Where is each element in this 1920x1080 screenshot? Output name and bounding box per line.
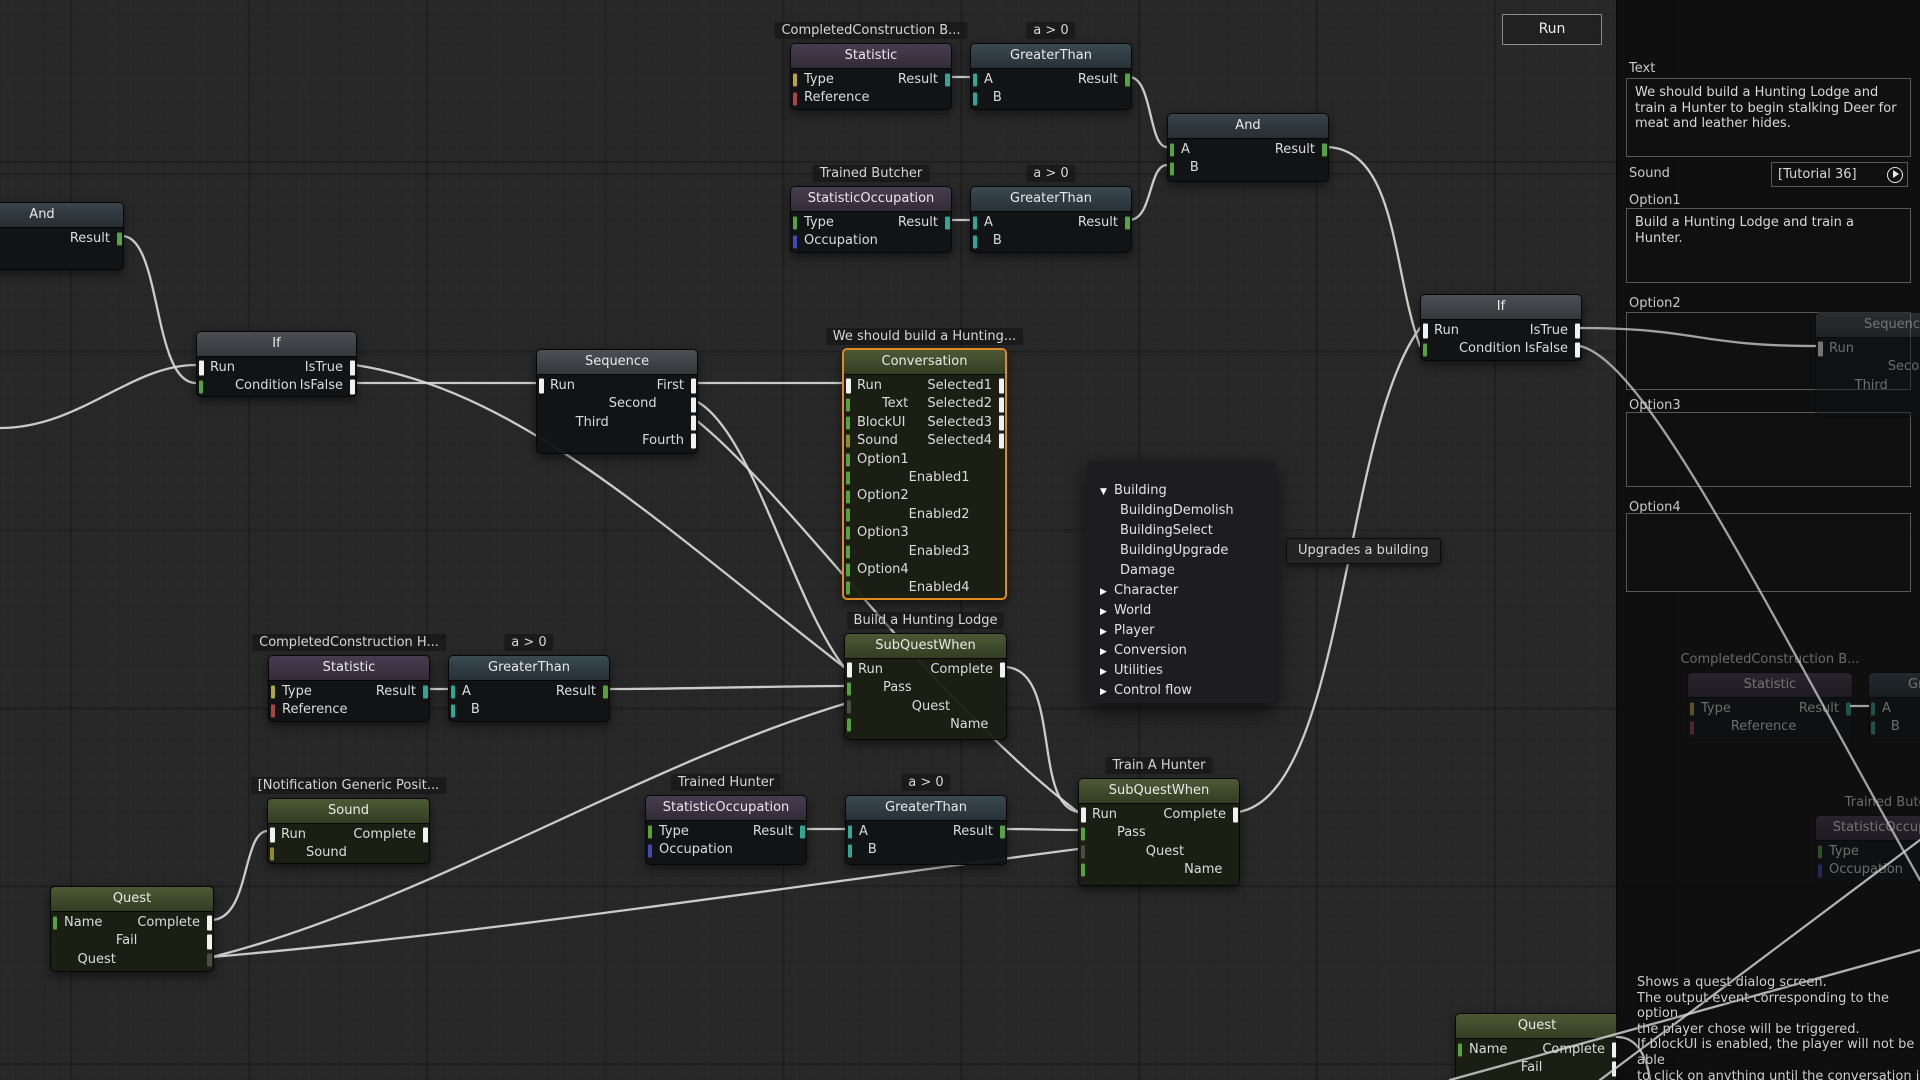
node-statistic-completed-b-right[interactable]: CompletedConstruction B...StatisticTypeR… bbox=[1687, 672, 1853, 740]
node-header-statisticoccupation-right: StatisticOccupation bbox=[1816, 816, 1920, 841]
context-menu: ▼Building BuildingDemolish BuildingSelect B… bbox=[1087, 461, 1276, 703]
input-label: Occupation bbox=[1829, 861, 1903, 879]
input-label: Run bbox=[1829, 340, 1854, 358]
menu-item-damage[interactable]: Damage bbox=[1087, 561, 1276, 581]
greaterthan-right-input-pin-a[interactable] bbox=[1871, 703, 1876, 716]
menu-item-label: Damage bbox=[1120, 563, 1175, 578]
node-statisticoccupation-right[interactable]: Trained ButcherStatisticOccupationTypeRe… bbox=[1815, 815, 1920, 883]
port-row: Type Result bbox=[1688, 700, 1852, 718]
menu-item-utilities[interactable]: ▶Utilities bbox=[1087, 661, 1276, 681]
node-body-statisticoccupation-right: TypeResultOccupation bbox=[1816, 841, 1920, 882]
tooltip-upgrades-a-building: Upgrades a building bbox=[1286, 538, 1441, 564]
menu-item-player[interactable]: ▶Player bbox=[1087, 621, 1276, 641]
menu-item-buildingdemolish[interactable]: BuildingDemolish bbox=[1087, 501, 1276, 521]
statistic-completed-b-right-input-pin-reference[interactable] bbox=[1690, 721, 1695, 734]
node-header-sequence-right: Sequence bbox=[1816, 313, 1920, 338]
chevron-collapsed-icon: ▶ bbox=[1100, 662, 1114, 682]
statisticoccupation-right-input-pin-occupation[interactable] bbox=[1818, 864, 1823, 877]
menu-item-building[interactable]: ▼Building bbox=[1087, 481, 1276, 501]
menu-item-conversion[interactable]: ▶Conversion bbox=[1087, 641, 1276, 661]
port-row: AResult bbox=[1869, 700, 1920, 718]
chevron-collapsed-icon: ▶ bbox=[1100, 682, 1114, 702]
menu-item-label: Building bbox=[1114, 483, 1167, 498]
menu-item-label: Control flow bbox=[1114, 683, 1192, 698]
node-graph-canvas[interactable]: AndResultCompletedConstruction B...Stati… bbox=[0, 0, 1920, 1080]
node-header-greaterthan-right: GreaterThan bbox=[1869, 673, 1920, 698]
port-row: Second bbox=[1816, 358, 1920, 376]
menu-item-buildingupgrade[interactable]: BuildingUpgrade bbox=[1087, 541, 1276, 561]
node-body-sequence-right: RunFirstSecondThirdFourth bbox=[1816, 338, 1920, 416]
statisticoccupation-right-input-pin-type[interactable] bbox=[1818, 846, 1823, 859]
statistic-completed-b-right-input-pin-type[interactable] bbox=[1690, 703, 1695, 716]
menu-item-character[interactable]: ▶Character bbox=[1087, 581, 1276, 601]
chevron-collapsed-icon: ▶ bbox=[1100, 642, 1114, 662]
dimmed-nodes-layer: SequenceRunFirstSecondThirdFourthComplet… bbox=[0, 0, 1920, 1080]
conversation-help-tooltip: Shows a quest dialog screen. The output … bbox=[1637, 975, 1920, 1080]
port-row: Third bbox=[1816, 377, 1920, 395]
node-greaterthan-right[interactable]: GreaterThanAResultB bbox=[1868, 672, 1920, 740]
port-row: TypeResult bbox=[1816, 843, 1920, 861]
input-label: Reference bbox=[1731, 718, 1796, 736]
port-row: Reference bbox=[1688, 718, 1852, 736]
chevron-expanded-icon: ▼ bbox=[1100, 482, 1114, 502]
menu-item-label: Player bbox=[1114, 623, 1154, 638]
output-label: Second bbox=[1888, 358, 1920, 376]
input-label: Type bbox=[1701, 700, 1731, 718]
menu-item-label: Conversion bbox=[1114, 643, 1187, 658]
menu-item-label: Character bbox=[1114, 583, 1178, 598]
menu-item-world[interactable]: ▶World bbox=[1087, 601, 1276, 621]
input-label: Type bbox=[1829, 843, 1859, 861]
node-body-greaterthan-right: AResultB bbox=[1869, 698, 1920, 739]
node-body-statistic-completed-b-right: Type ResultReference bbox=[1688, 698, 1852, 739]
node-sequence-right[interactable]: SequenceRunFirstSecondThirdFourth bbox=[1815, 312, 1920, 417]
menu-item-label: BuildingDemolish bbox=[1120, 503, 1234, 518]
port-row: B bbox=[1869, 718, 1920, 736]
input-label: B bbox=[1891, 718, 1900, 736]
statistic-completed-b-right-output-pin-result[interactable] bbox=[1846, 703, 1851, 716]
input-label: A bbox=[1882, 700, 1891, 718]
greaterthan-right-input-pin-b[interactable] bbox=[1871, 721, 1876, 734]
node-title-statisticoccupation-right: Trained Butcher bbox=[1838, 794, 1920, 811]
chevron-collapsed-icon: ▶ bbox=[1100, 582, 1114, 602]
menu-item-buildingselect[interactable]: BuildingSelect bbox=[1087, 521, 1276, 541]
port-row: Fourth bbox=[1816, 395, 1920, 413]
port-row: RunFirst bbox=[1816, 340, 1920, 358]
menu-item-label: BuildingUpgrade bbox=[1120, 543, 1228, 558]
chevron-collapsed-icon: ▶ bbox=[1100, 602, 1114, 622]
output-label: Third bbox=[1855, 377, 1888, 395]
sequence-right-input-pin-run[interactable] bbox=[1818, 342, 1823, 357]
output-label: Result bbox=[1799, 700, 1839, 718]
node-header-statistic-completed-b-right: Statistic bbox=[1688, 673, 1852, 698]
menu-item-label: World bbox=[1114, 603, 1151, 618]
node-title-statistic-completed-b-right: CompletedConstruction B... bbox=[1673, 651, 1866, 668]
port-row: Occupation bbox=[1816, 861, 1920, 879]
menu-item-control-flow[interactable]: ▶Control flow bbox=[1087, 681, 1276, 701]
menu-item-label: Utilities bbox=[1114, 663, 1163, 678]
menu-item-label: BuildingSelect bbox=[1120, 523, 1213, 538]
chevron-collapsed-icon: ▶ bbox=[1100, 622, 1114, 642]
run-button[interactable]: Run bbox=[1502, 14, 1602, 45]
